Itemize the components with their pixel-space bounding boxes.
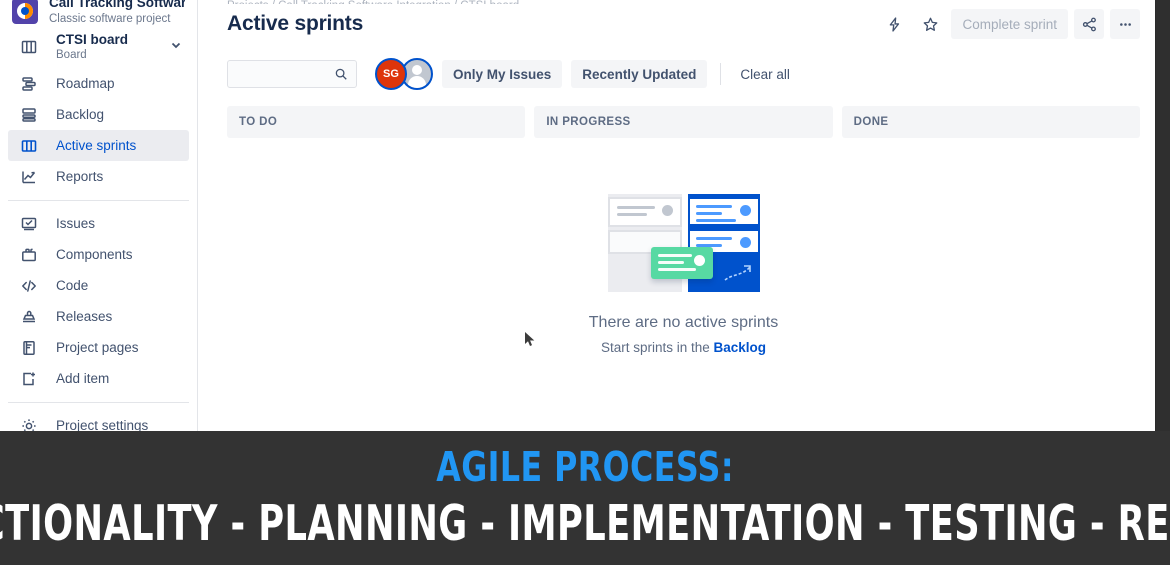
sidebar-item-label: Issues: [56, 216, 96, 231]
project-name: Call Tracking Software...: [49, 0, 185, 10]
sidebar-item-label: Releases: [56, 309, 113, 324]
roadmap-icon: [18, 73, 40, 95]
search-input[interactable]: [236, 66, 334, 82]
board-section: CTSI board Board Roadmap Backlog Active …: [0, 26, 197, 192]
filter-divider: [720, 63, 722, 85]
sidebar-item-label: Components: [56, 247, 133, 262]
sidebar-item-label: Backlog: [56, 107, 105, 122]
column-title: TO DO: [239, 116, 278, 128]
sidebar-item-reports[interactable]: Reports: [8, 161, 189, 192]
lightning-icon[interactable]: [879, 9, 909, 39]
dragging-card-icon: [650, 247, 713, 279]
sidebar-item-label: Project pages: [56, 340, 139, 355]
filters-bar: SG Only My Issues Recently Updated Clear…: [227, 58, 1140, 90]
banner-subtitle: FUNCTIONALITY - PLANNING - IMPLEMENTATIO…: [0, 495, 1170, 552]
avatar-group: SG: [375, 58, 433, 90]
star-icon[interactable]: [915, 9, 945, 39]
empty-board-illustration: [607, 194, 760, 292]
sidebar-divider: [8, 200, 189, 201]
filter-chip-recently-updated[interactable]: Recently Updated: [571, 60, 708, 88]
board-icon: [18, 36, 40, 58]
project-header[interactable]: Call Tracking Software... Classic softwa…: [0, 0, 197, 26]
sidebar-item-label: Code: [56, 278, 89, 293]
pages-icon: [18, 337, 40, 359]
board-column-in-progress[interactable]: IN PROGRESS: [534, 106, 833, 138]
page-actions: Complete sprint: [879, 9, 1140, 39]
sidebar-item-project-pages[interactable]: Project pages: [8, 332, 189, 363]
bottom-banner: AGILE PROCESS: FUNCTIONALITY - PLANNING …: [0, 431, 1170, 565]
project-avatar-icon: [12, 0, 38, 24]
board-name: CTSI board: [56, 32, 129, 47]
right-edge-strip: [1155, 0, 1170, 431]
empty-state-title: There are no active sprints: [588, 314, 779, 331]
project-subtitle: Classic software project: [49, 13, 171, 25]
sidebar-item-label: Roadmap: [56, 76, 115, 91]
avatar[interactable]: SG: [375, 58, 407, 90]
backlog-link[interactable]: Backlog: [714, 340, 767, 355]
board-subtitle: Board: [56, 49, 87, 61]
empty-state: There are no active sprints Start sprint…: [227, 194, 1140, 355]
sidebar-item-code[interactable]: Code: [8, 270, 189, 301]
board-column-todo[interactable]: TO DO: [227, 106, 526, 138]
sidebar-item-releases[interactable]: Releases: [8, 301, 189, 332]
sidebar-item-components[interactable]: Components: [8, 239, 189, 270]
breadcrumb[interactable]: Projects / Call Tracking Software Integr…: [227, 0, 1140, 4]
sidebar-item-label: Active sprints: [56, 138, 137, 153]
share-icon[interactable]: [1074, 9, 1104, 39]
sidebar-item-label: Reports: [56, 169, 104, 184]
sidebar-item-board[interactable]: CTSI board Board: [8, 26, 189, 68]
chevron-down-icon[interactable]: [169, 38, 183, 57]
backlog-icon: [18, 104, 40, 126]
sidebar-item-roadmap[interactable]: Roadmap: [8, 68, 189, 99]
banner-title: AGILE PROCESS:: [436, 443, 734, 491]
board-column-done[interactable]: DONE: [841, 106, 1140, 138]
sidebar-item-add-item[interactable]: Add item: [8, 363, 189, 394]
issues-icon: [18, 213, 40, 235]
sidebar-item-backlog[interactable]: Backlog: [8, 99, 189, 130]
board-columns: TO DO IN PROGRESS DONE: [227, 106, 1140, 138]
code-icon: [18, 275, 40, 297]
filter-chip-only-my-issues[interactable]: Only My Issues: [442, 60, 563, 88]
more-horizontal-icon[interactable]: [1110, 9, 1140, 39]
column-title: DONE: [853, 116, 889, 128]
sidebar-secondary-section: Issues Components Code Releases Project …: [0, 208, 197, 394]
complete-sprint-button[interactable]: Complete sprint: [951, 9, 1068, 39]
empty-state-subtitle: Start sprints in the Backlog: [601, 340, 766, 355]
clear-all-button[interactable]: Clear all: [734, 60, 796, 88]
empty-state-subtitle-prefix: Start sprints in the: [600, 340, 714, 355]
page-title: Active sprints: [227, 12, 364, 35]
components-icon: [18, 244, 40, 266]
sidebar-item-active-sprints[interactable]: Active sprints: [8, 130, 189, 161]
search-icon: [334, 67, 348, 81]
column-title: IN PROGRESS: [546, 116, 631, 128]
search-box[interactable]: [227, 60, 357, 88]
add-item-icon: [18, 368, 40, 390]
board-columns-icon: [18, 135, 40, 157]
page-header-row: Active sprints Complete sprint: [227, 4, 1140, 44]
sidebar-divider-2: [8, 402, 189, 403]
sidebar-item-label: Add item: [56, 371, 110, 386]
sidebar-item-issues[interactable]: Issues: [8, 208, 189, 239]
chart-line-icon: [18, 166, 40, 188]
releases-icon: [18, 306, 40, 328]
app-root: Call Tracking Software... Classic softwa…: [0, 0, 1170, 565]
